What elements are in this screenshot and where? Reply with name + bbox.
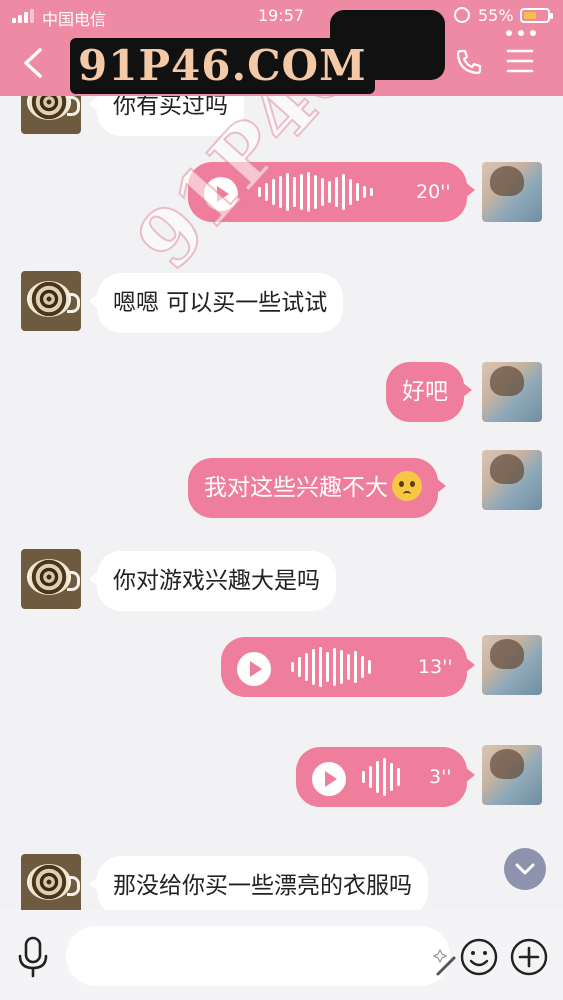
carrier-label: 中国电信: [42, 10, 107, 29]
message-text: 我对这些兴趣不大: [204, 475, 388, 501]
waveform-bar: [356, 183, 359, 201]
pleading-face-emoji: [392, 470, 422, 501]
waveform-icon: [362, 757, 400, 797]
waveform-bar: [307, 172, 310, 212]
waveform-bar: [370, 188, 373, 196]
my-avatar[interactable]: [482, 450, 542, 510]
smiley-icon[interactable]: [460, 938, 498, 976]
contact-avatar[interactable]: [21, 271, 81, 331]
waveform-bar: [300, 174, 303, 210]
my-avatar[interactable]: [482, 362, 542, 422]
contact-avatar[interactable]: [21, 96, 81, 134]
waveform-icon: [258, 172, 373, 212]
play-icon[interactable]: [312, 762, 346, 796]
chevron-left-icon[interactable]: [22, 48, 44, 78]
voice-message[interactable]: 13'': [221, 637, 475, 697]
message-input[interactable]: [66, 926, 450, 986]
waveform-bar: [383, 758, 386, 796]
waveform-bar: [354, 651, 357, 683]
chat-header: 中国电信 19:57 55% 91P46.COM: [0, 0, 563, 96]
voice-message[interactable]: 3'': [296, 747, 475, 807]
incoming-message[interactable]: 你对游戏兴趣大是吗: [89, 551, 336, 611]
waveform-bar: [286, 173, 289, 211]
waveform-bar: [298, 657, 301, 677]
plus-icon[interactable]: [510, 938, 548, 976]
waveform-bar: [305, 653, 308, 681]
waveform-bar: [361, 656, 364, 678]
waveform-bar: [376, 761, 379, 793]
waveform-bar: [312, 649, 315, 685]
contact-avatar[interactable]: [21, 549, 81, 609]
voice-duration: 20'': [416, 181, 451, 203]
waveform-bar: [349, 179, 352, 205]
waveform-bar: [314, 175, 317, 209]
phone-icon[interactable]: [455, 48, 483, 76]
microphone-icon[interactable]: [16, 936, 50, 978]
outgoing-message[interactable]: 我对这些兴趣不大: [188, 458, 446, 518]
my-avatar[interactable]: [482, 635, 542, 695]
chat-title: 91P46.COM: [70, 38, 375, 94]
waveform-bar: [347, 654, 350, 680]
waveform-bar: [397, 768, 400, 786]
waveform-icon: [291, 647, 371, 687]
scroll-to-bottom-button[interactable]: [504, 848, 546, 890]
battery-icon: [520, 8, 553, 23]
waveform-bar: [369, 766, 372, 788]
incoming-message[interactable]: 那没给你买一些漂亮的衣服吗: [89, 856, 428, 910]
signal-icon: [12, 9, 34, 23]
hamburger-menu-icon[interactable]: [506, 48, 534, 74]
waveform-bar: [293, 177, 296, 207]
waveform-bar: [390, 763, 393, 791]
status-time: 19:57: [258, 6, 305, 25]
waveform-bar: [362, 771, 365, 783]
waveform-bar: [291, 662, 294, 672]
waveform-bar: [321, 178, 324, 206]
waveform-bar: [328, 181, 331, 203]
waveform-bar: [258, 187, 261, 197]
orientation-lock-icon: [454, 7, 470, 23]
magic-wand-icon[interactable]: [432, 948, 462, 978]
input-bar: [0, 910, 563, 1000]
waveform-bar: [340, 650, 343, 684]
incoming-message[interactable]: 你有买过吗: [89, 96, 244, 136]
waveform-bar: [326, 652, 329, 682]
chevron-down-icon: [515, 863, 535, 875]
status-bar: 中国电信 19:57 55%: [0, 0, 563, 30]
more-dots-icon[interactable]: [506, 30, 536, 36]
voice-duration: 3'': [429, 766, 452, 788]
waveform-bar: [319, 647, 322, 687]
my-avatar[interactable]: [482, 745, 542, 805]
incoming-message[interactable]: 嗯嗯 可以买一些试试: [88, 273, 344, 333]
outgoing-message[interactable]: 好吧: [386, 362, 472, 422]
contact-avatar[interactable]: [21, 854, 81, 910]
battery-level: [524, 12, 536, 19]
voice-message[interactable]: 20'': [188, 162, 475, 222]
message-list[interactable]: 你有买过吗 20'' 嗯嗯 可以买一些试试 好吧 我对这些兴趣不大 你对游戏兴趣…: [0, 96, 563, 910]
waveform-bar: [368, 660, 371, 674]
waveform-bar: [363, 186, 366, 198]
play-icon[interactable]: [204, 177, 238, 211]
battery-percentage: 55%: [478, 6, 514, 25]
voice-duration: 13'': [418, 656, 453, 678]
waveform-bar: [265, 183, 268, 201]
waveform-bar: [335, 177, 338, 207]
waveform-bar: [333, 648, 336, 686]
play-icon[interactable]: [237, 652, 271, 686]
waveform-bar: [279, 176, 282, 208]
my-avatar[interactable]: [482, 162, 542, 222]
waveform-bar: [272, 179, 275, 205]
waveform-bar: [342, 174, 345, 210]
